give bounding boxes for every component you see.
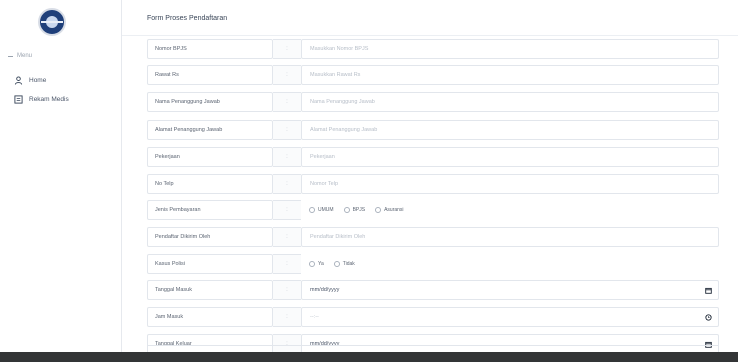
field-colon: : [273, 254, 301, 274]
radio-circle [309, 207, 315, 213]
time-value: --:-- [310, 314, 319, 320]
page-title: Form Proses Pendaftaran [147, 15, 228, 22]
sidebar-item-label: Rekam Medis [29, 96, 69, 103]
jenis-pembayaran-radio-group: UMUM BPJS Asuransi [301, 200, 719, 220]
no-telp-input[interactable]: Nomor Telp [301, 174, 719, 194]
form-row-jenis-pembayaran: Jenis Pembayaran : UMUM BPJS Asuransi [147, 200, 719, 220]
field-colon: : [273, 147, 301, 167]
kasus-polisi-radio-group: Ya Tidak [301, 254, 719, 274]
field-label: Pekerjaan [147, 147, 273, 167]
sidebar-item-label: Home [29, 77, 47, 84]
alamat-penanggung-jawab-input[interactable]: Alamat Penanggung Jawab [301, 120, 719, 140]
nama-penanggung-jawab-input[interactable]: Nama Penanggung Jawab [301, 92, 719, 112]
field-label: Kasus Polisi [147, 254, 273, 274]
radio-bpjs[interactable]: BPJS [343, 207, 366, 213]
logo-emblem [41, 16, 63, 28]
field-label: Alamat Penanggung Jawab [147, 120, 273, 140]
field-colon: : [273, 174, 301, 194]
menu-dash [8, 55, 13, 57]
form-row-nama-penanggung-jawab: Nama Penanggung Jawab : Nama Penanggung … [147, 92, 719, 112]
field-label: Jam Masuk [147, 307, 273, 327]
radio-circle [333, 261, 340, 267]
radio-circle [343, 207, 350, 213]
field-label: Pendaftar Dikirim Oleh [147, 227, 273, 247]
date-value: mm/dd/yyyy [310, 287, 340, 293]
radio-label: Asuransi [384, 207, 404, 213]
field-colon: : [273, 120, 301, 140]
field-label: Rawat Rs [147, 65, 273, 85]
form-row-no-telp: No Telp : Nomor Telp [147, 174, 719, 194]
sidebar: Menu Home Rekam Medis [0, 0, 122, 352]
radio-label: Ya [318, 261, 324, 267]
nomor-bpjs-input[interactable]: Masukkan Nomor BPJS [301, 39, 719, 59]
app-window: Menu Home Rekam Medis Form Proses Pendaf… [0, 0, 738, 362]
field-colon: : [273, 307, 301, 327]
form-row-jam-masuk: Jam Masuk : --:-- [147, 307, 719, 327]
radio-label: UMUM [318, 207, 334, 213]
field-label: Nama Penanggung Jawab [147, 92, 273, 112]
clock-icon[interactable] [705, 308, 712, 329]
document-icon [14, 95, 23, 104]
field-label: Tanggal Masuk [147, 280, 273, 300]
radio-label: Tidak [342, 261, 355, 267]
field-colon: : [273, 200, 301, 220]
radio-umum[interactable]: UMUM [309, 207, 334, 213]
radio-circle [309, 261, 315, 267]
pekerjaan-input[interactable]: Pekerjaan [301, 147, 719, 167]
sidebar-item-rekam-medis[interactable]: Rekam Medis [14, 95, 69, 104]
calendar-icon[interactable] [705, 281, 712, 302]
form-row-tanggal-masuk: Tanggal Masuk : mm/dd/yyyy [147, 280, 719, 300]
field-label: Nomor BPJS [147, 39, 273, 59]
radio-tidak[interactable]: Tidak [333, 261, 355, 267]
field-label: Jenis Pembayaran [147, 200, 273, 220]
rawat-rs-input[interactable]: Masukkan Rawat Rs [301, 65, 719, 85]
form-row-kasus-polisi: Kasus Polisi : Ya Tidak [147, 254, 719, 274]
top-bar: Form Proses Pendaftaran [122, 0, 738, 36]
tanggal-masuk-date-input[interactable]: mm/dd/yyyy [301, 280, 719, 300]
form-row-pekerjaan: Pekerjaan : Pekerjaan [147, 147, 719, 167]
form-row-alamat-penanggung-jawab: Alamat Penanggung Jawab : Alamat Penangg… [147, 120, 719, 140]
radio-asuransi[interactable]: Asuransi [375, 207, 404, 213]
field-colon: : [273, 227, 301, 247]
radio-ya[interactable]: Ya [309, 261, 324, 267]
field-colon: : [273, 65, 301, 85]
form-row-rawat-rs: Rawat Rs : Masukkan Rawat Rs [147, 65, 719, 85]
field-label: No Telp [147, 174, 273, 194]
field-colon: : [273, 92, 301, 112]
menu-header-label: Menu [17, 53, 33, 59]
field-colon: : [273, 39, 301, 59]
sidebar-item-home[interactable]: Home [14, 76, 46, 85]
person-icon [14, 76, 23, 85]
logo [38, 8, 66, 36]
taskbar-strip [0, 352, 738, 362]
form-row-pendaftar-dikirim-oleh: Pendaftar Dikirim Oleh : Pendaftar Dikir… [147, 227, 719, 247]
radio-circle [375, 207, 382, 213]
menu-header: Menu [8, 53, 32, 59]
jam-masuk-time-input[interactable]: --:-- [301, 307, 719, 327]
partial-next-row [147, 345, 719, 352]
pendaftar-dikirim-oleh-input[interactable]: Pendaftar Dikirim Oleh [301, 227, 719, 247]
field-colon: : [273, 280, 301, 300]
form-row-nomor-bpjs: Nomor BPJS : Masukkan Nomor BPJS [147, 39, 719, 59]
radio-label: BPJS [352, 207, 366, 213]
